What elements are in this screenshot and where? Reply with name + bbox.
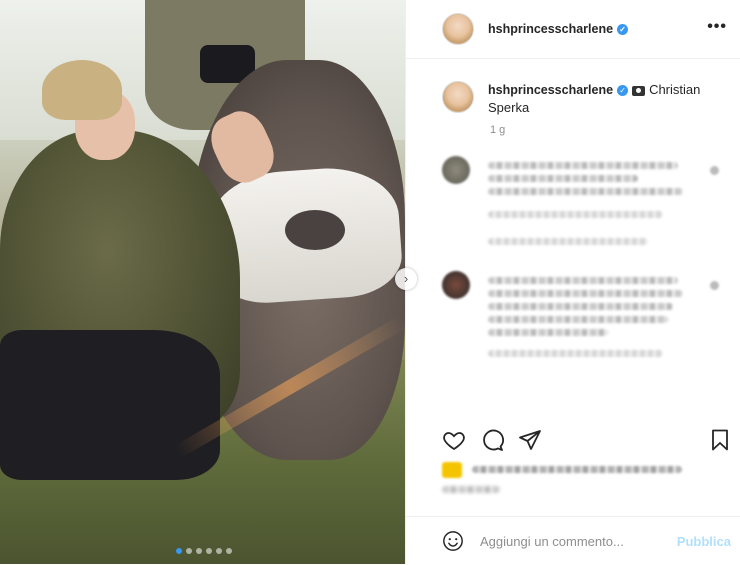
verified-badge-icon: ✓ [617, 24, 629, 36]
photo-hair [42, 60, 122, 120]
blurred-comment-text [488, 316, 668, 323]
comment-item [406, 271, 740, 363]
verified-badge-icon: ✓ [617, 85, 629, 97]
blurred-comment-text [488, 329, 608, 336]
blurred-comment-meta [488, 350, 663, 357]
blurred-post-date [442, 486, 500, 493]
caption-avatar[interactable] [442, 81, 474, 113]
header-username[interactable]: hshprincesscharlene ✓ [488, 22, 629, 36]
blurred-likes-text [472, 466, 682, 473]
more-options-button[interactable]: ••• [707, 18, 727, 36]
add-comment-bar: Pubblica [406, 516, 740, 565]
comment-like-icon[interactable] [710, 166, 719, 175]
caption-username[interactable]: hshprincesscharlene [488, 83, 613, 97]
blurred-comment-text [488, 277, 678, 284]
comment-body [488, 156, 693, 251]
post-side-panel: hshprincesscharlene ✓ ••• hshprincesschar… [405, 0, 740, 564]
comment-avatar[interactable] [442, 271, 470, 299]
post-caption: hshprincesscharlene ✓ Christian Sperka [406, 59, 740, 116]
comment-like-icon[interactable] [710, 281, 719, 290]
comment-input[interactable] [478, 532, 672, 550]
carousel-next-button[interactable]: › [395, 268, 417, 290]
photo-pants [0, 330, 220, 480]
carousel-dot-active [176, 548, 182, 554]
blurred-comment-text [488, 175, 638, 182]
carousel-dot [196, 548, 202, 554]
carousel-dot [186, 548, 192, 554]
comment-icon[interactable] [480, 428, 504, 452]
avatar[interactable] [442, 13, 474, 45]
paper-plane-icon[interactable] [518, 428, 542, 452]
comment-avatar[interactable] [442, 156, 470, 184]
photo-rhino-horn [285, 210, 345, 250]
caption-text: hshprincesscharlene ✓ Christian Sperka [488, 81, 718, 116]
camera-emoji-icon [632, 85, 646, 96]
carousel-dot [216, 548, 222, 554]
blurred-date-text [442, 486, 500, 493]
carousel-dot [226, 548, 232, 554]
bookmark-icon[interactable] [708, 428, 732, 452]
likes-avatar [442, 461, 462, 478]
blurred-comment-text [488, 303, 673, 310]
blurred-comment-meta [488, 211, 663, 218]
carousel-dot [206, 548, 212, 554]
header-username-text[interactable]: hshprincesscharlene [488, 22, 613, 36]
likes-summary[interactable] [442, 460, 682, 479]
post-header: hshprincesscharlene ✓ ••• [406, 0, 740, 59]
caption-time: 1 g [490, 124, 506, 136]
post-photo[interactable] [0, 0, 405, 564]
comment-item [406, 156, 740, 251]
comment-body [488, 271, 693, 363]
blurred-comment-text [488, 188, 683, 195]
blurred-comment-text [488, 162, 678, 169]
carousel-dots [176, 548, 232, 554]
publish-button[interactable]: Pubblica [677, 534, 731, 549]
blurred-comment-text [488, 290, 683, 297]
post-actions [442, 428, 732, 454]
smiley-icon[interactable] [442, 530, 464, 552]
heart-icon[interactable] [442, 428, 466, 452]
blurred-view-replies[interactable] [488, 238, 648, 245]
